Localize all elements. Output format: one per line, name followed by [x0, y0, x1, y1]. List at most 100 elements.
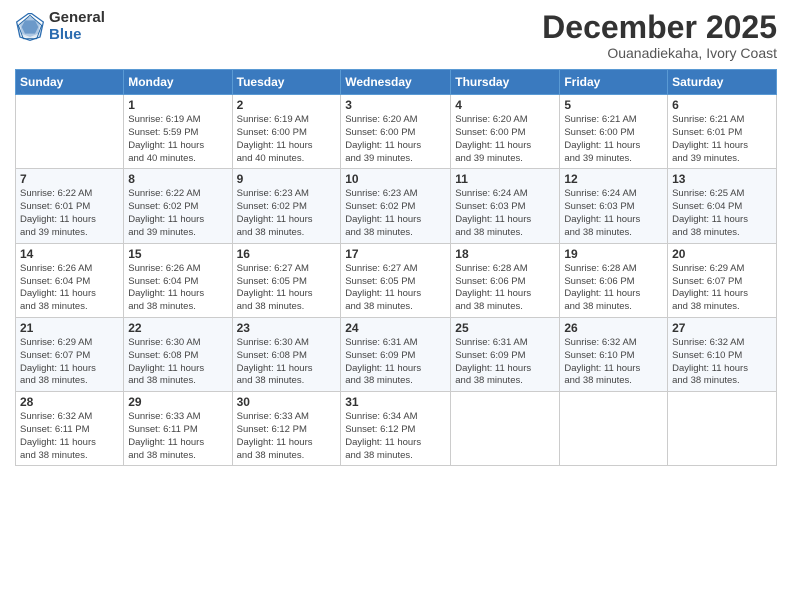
- day-info: Sunrise: 6:30 AMSunset: 6:08 PMDaylight:…: [128, 337, 227, 388]
- calendar-cell: 10 Sunrise: 6:23 AMSunset: 6:02 PMDayligh…: [341, 169, 451, 243]
- day-number: 8: [128, 172, 227, 186]
- calendar-cell: 24 Sunrise: 6:31 AMSunset: 6:09 PMDayligh…: [341, 317, 451, 391]
- calendar-cell: 27Sunrise: 6:32 AMSunset: 6:10 PMDayligh…: [668, 317, 777, 391]
- logo-blue-text: Blue: [49, 27, 105, 44]
- day-info: Sunrise: 6:23 AMSunset: 6:02 PMDaylight:…: [237, 188, 337, 239]
- calendar-cell: 2 Sunrise: 6:19 AMSunset: 6:00 PMDaylight…: [232, 95, 341, 169]
- day-info: Sunrise: 6:29 AMSunset: 6:07 PMDaylight:…: [672, 263, 772, 314]
- logo-general-text: General: [49, 10, 105, 27]
- calendar-cell: 8 Sunrise: 6:22 AMSunset: 6:02 PMDaylight…: [124, 169, 232, 243]
- day-info: Sunrise: 6:31 AMSunset: 6:09 PMDaylight:…: [345, 337, 446, 388]
- calendar-cell: 7Sunrise: 6:22 AMSunset: 6:01 PMDaylight…: [16, 169, 124, 243]
- calendar-week-1: 1 Sunrise: 6:19 AMSunset: 5:59 PMDaylight…: [16, 95, 777, 169]
- page: General Blue December 2025 Ouanadiekaha,…: [0, 0, 792, 612]
- day-info: Sunrise: 6:22 AMSunset: 6:01 PMDaylight:…: [20, 188, 119, 239]
- calendar-header-thursday: Thursday: [451, 70, 560, 95]
- day-number: 26: [564, 321, 663, 335]
- calendar-cell: 29 Sunrise: 6:33 AMSunset: 6:11 PMDayligh…: [124, 392, 232, 466]
- calendar-cell: 3Sunrise: 6:20 AMSunset: 6:00 PMDaylight…: [341, 95, 451, 169]
- day-info: Sunrise: 6:28 AMSunset: 6:06 PMDaylight:…: [455, 263, 555, 314]
- day-info: Sunrise: 6:29 AMSunset: 6:07 PMDaylight:…: [20, 337, 119, 388]
- calendar-cell: 28 Sunrise: 6:32 AMSunset: 6:11 PMDayligh…: [16, 392, 124, 466]
- calendar-week-5: 28 Sunrise: 6:32 AMSunset: 6:11 PMDayligh…: [16, 392, 777, 466]
- day-info: Sunrise: 6:32 AMSunset: 6:11 PMDaylight:…: [20, 411, 119, 462]
- day-number: 28: [20, 395, 119, 409]
- header: General Blue December 2025 Ouanadiekaha,…: [15, 10, 777, 61]
- day-info: Sunrise: 6:19 AMSunset: 6:00 PMDaylight:…: [237, 114, 337, 165]
- calendar-cell: 14 Sunrise: 6:26 AMSunset: 6:04 PMDayligh…: [16, 243, 124, 317]
- day-number: 20: [672, 247, 772, 261]
- calendar-cell: 31Sunrise: 6:34 AMSunset: 6:12 PMDayligh…: [341, 392, 451, 466]
- calendar-cell: 17Sunrise: 6:27 AMSunset: 6:05 PMDayligh…: [341, 243, 451, 317]
- calendar-cell: 25 Sunrise: 6:31 AMSunset: 6:09 PMDayligh…: [451, 317, 560, 391]
- calendar-header-tuesday: Tuesday: [232, 70, 341, 95]
- day-number: 31: [345, 395, 446, 409]
- calendar-cell: [560, 392, 668, 466]
- day-number: 4: [455, 98, 555, 112]
- calendar-table: SundayMondayTuesdayWednesdayThursdayFrid…: [15, 69, 777, 466]
- calendar-cell: 13 Sunrise: 6:25 AMSunset: 6:04 PMDayligh…: [668, 169, 777, 243]
- day-info: Sunrise: 6:20 AMSunset: 6:00 PMDaylight:…: [455, 114, 555, 165]
- calendar-cell: [668, 392, 777, 466]
- calendar-header-sunday: Sunday: [16, 70, 124, 95]
- day-number: 30: [237, 395, 337, 409]
- day-info: Sunrise: 6:19 AMSunset: 5:59 PMDaylight:…: [128, 114, 227, 165]
- day-info: Sunrise: 6:24 AMSunset: 6:03 PMDaylight:…: [455, 188, 555, 239]
- calendar-cell: 19 Sunrise: 6:28 AMSunset: 6:06 PMDayligh…: [560, 243, 668, 317]
- calendar-week-3: 14 Sunrise: 6:26 AMSunset: 6:04 PMDayligh…: [16, 243, 777, 317]
- calendar-cell: 6 Sunrise: 6:21 AMSunset: 6:01 PMDaylight…: [668, 95, 777, 169]
- calendar-cell: [16, 95, 124, 169]
- day-info: Sunrise: 6:24 AMSunset: 6:03 PMDaylight:…: [564, 188, 663, 239]
- calendar-cell: 20 Sunrise: 6:29 AMSunset: 6:07 PMDayligh…: [668, 243, 777, 317]
- calendar-week-4: 21Sunrise: 6:29 AMSunset: 6:07 PMDayligh…: [16, 317, 777, 391]
- calendar-week-2: 7Sunrise: 6:22 AMSunset: 6:01 PMDaylight…: [16, 169, 777, 243]
- day-number: 13: [672, 172, 772, 186]
- day-number: 24: [345, 321, 446, 335]
- day-info: Sunrise: 6:25 AMSunset: 6:04 PMDaylight:…: [672, 188, 772, 239]
- calendar-header-saturday: Saturday: [668, 70, 777, 95]
- day-info: Sunrise: 6:27 AMSunset: 6:05 PMDaylight:…: [237, 263, 337, 314]
- day-number: 15: [128, 247, 227, 261]
- day-number: 16: [237, 247, 337, 261]
- day-info: Sunrise: 6:22 AMSunset: 6:02 PMDaylight:…: [128, 188, 227, 239]
- day-info: Sunrise: 6:21 AMSunset: 6:01 PMDaylight:…: [672, 114, 772, 165]
- calendar-cell: 26 Sunrise: 6:32 AMSunset: 6:10 PMDayligh…: [560, 317, 668, 391]
- calendar-cell: 11 Sunrise: 6:24 AMSunset: 6:03 PMDayligh…: [451, 169, 560, 243]
- logo-icon: [15, 12, 45, 42]
- day-number: 6: [672, 98, 772, 112]
- calendar-cell: 12Sunrise: 6:24 AMSunset: 6:03 PMDayligh…: [560, 169, 668, 243]
- day-info: Sunrise: 6:32 AMSunset: 6:10 PMDaylight:…: [564, 337, 663, 388]
- day-info: Sunrise: 6:21 AMSunset: 6:00 PMDaylight:…: [564, 114, 663, 165]
- day-number: 10: [345, 172, 446, 186]
- title-area: December 2025 Ouanadiekaha, Ivory Coast: [542, 10, 777, 61]
- day-info: Sunrise: 6:33 AMSunset: 6:11 PMDaylight:…: [128, 411, 227, 462]
- calendar-cell: 18 Sunrise: 6:28 AMSunset: 6:06 PMDayligh…: [451, 243, 560, 317]
- day-number: 18: [455, 247, 555, 261]
- day-number: 11: [455, 172, 555, 186]
- calendar-cell: 21Sunrise: 6:29 AMSunset: 6:07 PMDayligh…: [16, 317, 124, 391]
- day-info: Sunrise: 6:26 AMSunset: 6:04 PMDaylight:…: [20, 263, 119, 314]
- calendar-cell: 5Sunrise: 6:21 AMSunset: 6:00 PMDaylight…: [560, 95, 668, 169]
- calendar-cell: 22Sunrise: 6:30 AMSunset: 6:08 PMDayligh…: [124, 317, 232, 391]
- day-number: 1: [128, 98, 227, 112]
- day-info: Sunrise: 6:20 AMSunset: 6:00 PMDaylight:…: [345, 114, 446, 165]
- day-number: 2: [237, 98, 337, 112]
- day-info: Sunrise: 6:23 AMSunset: 6:02 PMDaylight:…: [345, 188, 446, 239]
- day-number: 23: [237, 321, 337, 335]
- day-number: 14: [20, 247, 119, 261]
- calendar-cell: 9Sunrise: 6:23 AMSunset: 6:02 PMDaylight…: [232, 169, 341, 243]
- location-subtitle: Ouanadiekaha, Ivory Coast: [542, 45, 777, 61]
- day-number: 25: [455, 321, 555, 335]
- day-info: Sunrise: 6:32 AMSunset: 6:10 PMDaylight:…: [672, 337, 772, 388]
- day-info: Sunrise: 6:27 AMSunset: 6:05 PMDaylight:…: [345, 263, 446, 314]
- calendar-header-row: SundayMondayTuesdayWednesdayThursdayFrid…: [16, 70, 777, 95]
- day-info: Sunrise: 6:31 AMSunset: 6:09 PMDaylight:…: [455, 337, 555, 388]
- day-number: 29: [128, 395, 227, 409]
- month-title: December 2025: [542, 10, 777, 45]
- day-number: 19: [564, 247, 663, 261]
- calendar-cell: 15Sunrise: 6:26 AMSunset: 6:04 PMDayligh…: [124, 243, 232, 317]
- calendar-cell: 23Sunrise: 6:30 AMSunset: 6:08 PMDayligh…: [232, 317, 341, 391]
- calendar-cell: 4 Sunrise: 6:20 AMSunset: 6:00 PMDaylight…: [451, 95, 560, 169]
- calendar-header-friday: Friday: [560, 70, 668, 95]
- day-info: Sunrise: 6:28 AMSunset: 6:06 PMDaylight:…: [564, 263, 663, 314]
